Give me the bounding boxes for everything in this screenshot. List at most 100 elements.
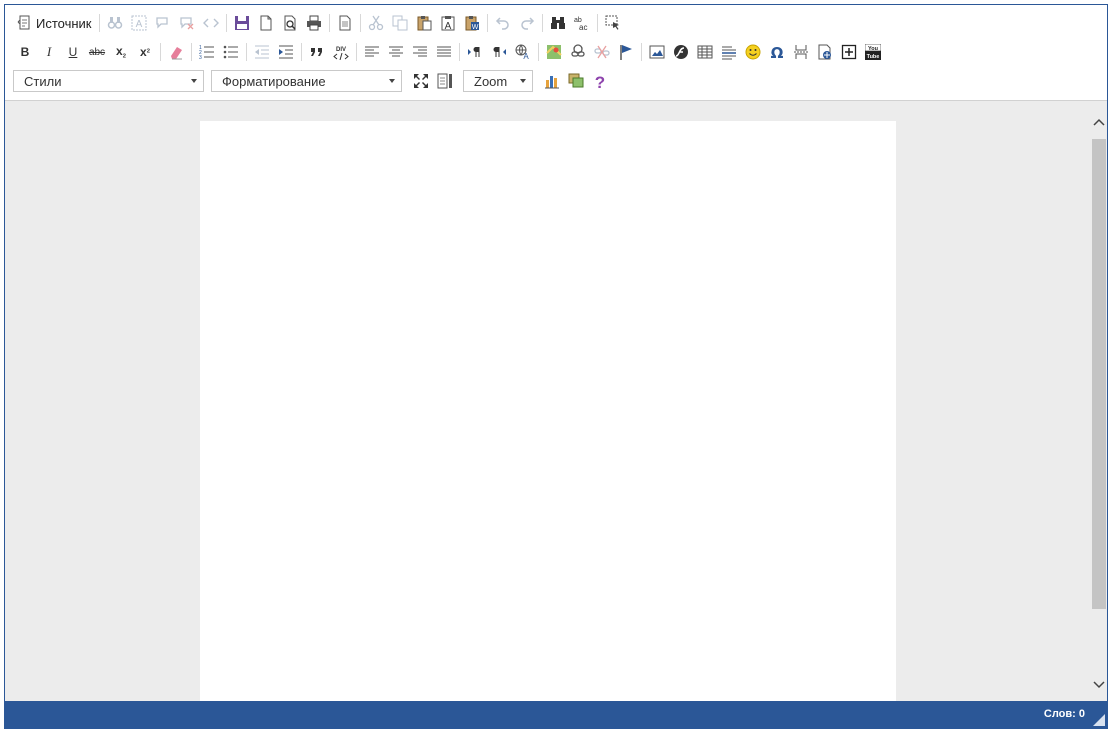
iframe-icon <box>818 44 831 60</box>
find-replace-button[interactable] <box>546 11 570 35</box>
italic-label: I <box>46 44 52 59</box>
paste-button[interactable] <box>412 11 436 35</box>
horizontal-rule-button[interactable] <box>717 40 741 64</box>
select-all-button[interactable]: A <box>127 11 151 35</box>
outdent-button[interactable] <box>250 40 274 64</box>
align-center-button[interactable] <box>384 40 408 64</box>
image-button[interactable] <box>645 40 669 64</box>
ltr-icon <box>468 47 480 57</box>
blockquote-button[interactable] <box>305 40 329 64</box>
underline-label: U <box>68 45 78 59</box>
special-char-button[interactable]: Ω <box>765 40 789 64</box>
chart-button[interactable] <box>540 69 564 93</box>
justify-button[interactable] <box>432 40 456 64</box>
resize-handle-icon[interactable] <box>1093 714 1105 726</box>
bold-label: B <box>20 45 30 59</box>
code-button[interactable] <box>199 11 223 35</box>
add-button[interactable] <box>837 40 861 64</box>
flash-button[interactable] <box>669 40 693 64</box>
strike-button[interactable]: abc <box>85 40 109 64</box>
rtl-button[interactable] <box>487 40 511 64</box>
spellcheck-bottom: ac <box>579 23 587 31</box>
format-dropdown[interactable]: Форматирование <box>211 70 402 92</box>
zoom-dropdown[interactable]: Zoom <box>463 70 533 92</box>
cut-button[interactable] <box>364 11 388 35</box>
youtube-button[interactable]: You Tube <box>861 40 885 64</box>
ltr-button[interactable] <box>463 40 487 64</box>
print-button[interactable] <box>302 11 326 35</box>
numbered-list-icon: 123 <box>199 45 214 60</box>
remove-format-button[interactable] <box>164 40 188 64</box>
scroll-up-button[interactable] <box>1090 113 1107 130</box>
superscript-button[interactable]: x2 <box>133 40 157 64</box>
styles-dropdown[interactable]: Стили <box>13 70 204 92</box>
redo-button[interactable] <box>515 11 539 35</box>
div-label: DIV <box>336 47 346 53</box>
new-page-button[interactable] <box>254 11 278 35</box>
toolbar-separator <box>459 43 460 61</box>
bulleted-list-button[interactable] <box>219 40 243 64</box>
help-button[interactable]: ? <box>588 69 612 93</box>
document-page[interactable] <box>200 121 896 701</box>
undo-button[interactable] <box>491 11 515 35</box>
templates-button[interactable] <box>333 11 357 35</box>
horizontal-rule-icon <box>722 46 736 60</box>
find-button[interactable] <box>103 11 127 35</box>
iframe-button[interactable] <box>813 40 837 64</box>
select-button[interactable] <box>601 11 625 35</box>
chevron-down-icon <box>1092 680 1105 688</box>
link-button[interactable] <box>566 40 590 64</box>
language-icon: A <box>515 44 529 60</box>
comment-button[interactable] <box>151 11 175 35</box>
div-icon: DIV <box>333 47 349 60</box>
help-icon: ? <box>595 73 605 89</box>
paste-word-button[interactable]: W <box>460 11 484 35</box>
vertical-scrollbar[interactable] <box>1090 113 1107 693</box>
superscript-mark: 2 <box>146 48 150 55</box>
blockquote-icon <box>311 48 322 56</box>
page-break-button[interactable] <box>789 40 813 64</box>
select-all-icon: A <box>131 15 146 31</box>
show-blocks-button[interactable] <box>433 69 457 93</box>
indent-button[interactable] <box>274 40 298 64</box>
spellcheck-button[interactable]: ab ac <box>570 11 594 35</box>
paste-text-button[interactable]: A <box>436 11 460 35</box>
unlink-button[interactable] <box>590 40 614 64</box>
subscript-button[interactable]: x2 <box>109 40 133 64</box>
div-button[interactable]: DIV <box>329 40 353 64</box>
anchor-button[interactable] <box>614 40 638 64</box>
source-button[interactable]: Источник <box>13 11 96 35</box>
preview-button[interactable] <box>278 11 302 35</box>
toolbar-separator <box>98 14 100 32</box>
map-button[interactable] <box>542 40 566 64</box>
chevron-down-icon <box>389 79 395 83</box>
bold-button[interactable]: B <box>13 40 37 64</box>
show-blocks-icon <box>437 73 452 89</box>
zoom-dropdown-value: Zoom <box>474 73 508 89</box>
italic-button[interactable]: I <box>37 40 61 64</box>
underline-button[interactable]: U <box>61 40 85 64</box>
save-button[interactable] <box>230 11 254 35</box>
align-right-button[interactable] <box>408 40 432 64</box>
omega-icon: Ω <box>771 44 784 60</box>
numbered-list-button[interactable]: 123 <box>195 40 219 64</box>
scroll-down-button[interactable] <box>1090 676 1107 693</box>
copy-button[interactable] <box>388 11 412 35</box>
align-left-button[interactable] <box>360 40 384 64</box>
language-button[interactable]: A <box>511 40 535 64</box>
chevron-down-icon <box>520 79 526 83</box>
image-icon <box>649 45 665 59</box>
smiley-button[interactable] <box>741 40 765 64</box>
uncomment-button[interactable] <box>175 11 199 35</box>
gallery-button[interactable] <box>564 69 588 93</box>
maximize-button[interactable] <box>409 69 433 93</box>
find-icon <box>107 17 122 29</box>
svg-text:3: 3 <box>199 55 202 60</box>
toolbar-separator <box>486 14 488 32</box>
scrollbar-thumb[interactable] <box>1092 139 1106 609</box>
table-button[interactable] <box>693 40 717 64</box>
youtube-top: You <box>868 46 878 52</box>
svg-text:A: A <box>523 52 529 60</box>
remove-format-icon <box>171 47 182 60</box>
toolbar-separator <box>541 14 543 32</box>
